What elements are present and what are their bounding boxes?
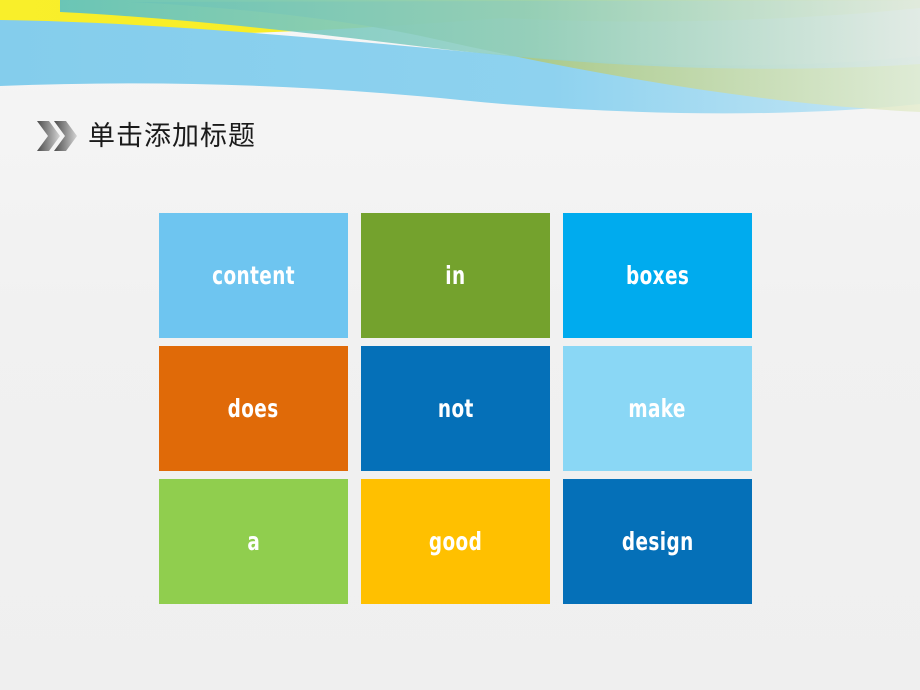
tile-not[interactable]: not [361,346,550,471]
tile-in[interactable]: in [361,213,550,338]
tile-good[interactable]: good [361,479,550,604]
banner-ribbon-yellow-upper [0,0,920,22]
banner-ribbon-blue [0,20,920,114]
tile-content[interactable]: content [159,213,348,338]
tile-label: a [247,527,260,556]
double-chevron-right-icon [37,121,77,151]
tile-boxes[interactable]: boxes [563,213,752,338]
banner-ribbon-yellow [0,0,920,36]
tile-label: content [212,261,295,290]
tile-make[interactable]: make [563,346,752,471]
slide-title-row: 单击添加标题 [36,112,256,160]
tile-label: make [628,394,687,423]
banner-ribbon-olive [130,0,920,112]
color-tile-grid: content in boxes does not make a good de… [159,213,752,604]
page-title: 单击添加标题 [88,120,256,151]
tile-label: design [621,527,694,556]
tile-design[interactable]: design [563,479,752,604]
slide-canvas: 单击添加标题 content in boxes does not make a … [0,0,920,690]
tile-label: not [437,394,474,423]
tile-does[interactable]: does [159,346,348,471]
tile-label: good [428,527,483,556]
tile-label: does [227,394,280,423]
tile-label: boxes [625,261,690,290]
tile-a[interactable]: a [159,479,348,604]
banner-ribbon-teal [60,0,920,69]
tile-label: in [445,261,466,290]
